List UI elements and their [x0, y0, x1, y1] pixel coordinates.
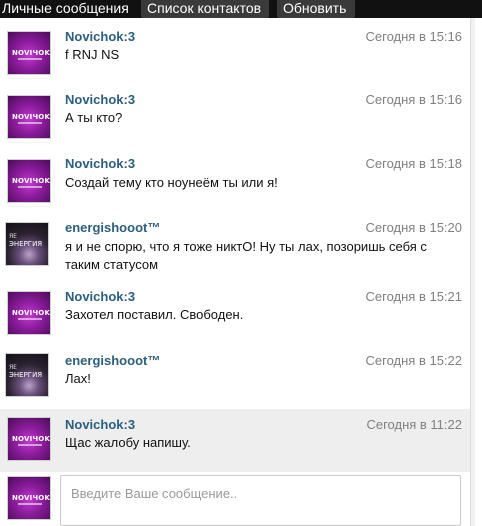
message-time: Сегодня в 11:22 [366, 417, 462, 432]
avatar[interactable]: ЯЕ ЭНЕРГИЯ [5, 353, 49, 397]
message-item: NOVIЧOK Novichok:3 Сегодня в 15:18 Созда… [0, 154, 470, 212]
message-author[interactable]: Novichok:3 [65, 417, 135, 432]
avatar-logo: NOVIЧOK [12, 435, 51, 443]
message-item: NOVIЧOK Novichok:3 Сегодня в 11:22 Щас ж… [0, 409, 470, 472]
message-time: Сегодня в 15:16 [365, 92, 462, 107]
message-item: NOVIЧOK Novichok:3 Сегодня в 15:21 Захот… [0, 286, 470, 344]
my-avatar: NOVIЧOK [7, 476, 51, 520]
avatar-underline [18, 318, 42, 320]
avatar[interactable]: NOVIЧOK [7, 417, 51, 461]
message-text: я и не спорю, что я тоже никтО! Ну ты ла… [65, 239, 427, 272]
message-author[interactable]: Novichok:3 [65, 29, 135, 44]
refresh-button[interactable]: Обновить [277, 0, 355, 18]
message-item: ЯЕ ЭНЕРГИЯ energishooot™ Сегодня в 15:22… [0, 349, 470, 407]
avatar[interactable]: NOVIЧOK [7, 159, 51, 203]
avatar[interactable]: NOVIЧOK [7, 291, 51, 335]
message-time: Сегодня в 15:18 [365, 156, 462, 171]
message-text: Лах! [65, 371, 91, 386]
message-time: Сегодня в 15:21 [365, 289, 462, 304]
contacts-list-button[interactable]: Список контактов [141, 0, 269, 18]
message-author[interactable]: Novichok:3 [65, 92, 135, 107]
message-item: NOVIЧOK Novichok:3 Сегодня в 15:16 f RNJ… [0, 27, 470, 85]
avatar-caption: ЭНЕРГИЯ [9, 240, 43, 248]
message-author[interactable]: Novichok:3 [65, 289, 135, 304]
avatar[interactable]: ЯЕ ЭНЕРГИЯ [5, 222, 49, 266]
avatar-logo: NOVIЧOK [12, 309, 51, 317]
message-author[interactable]: Novichok:3 [65, 156, 135, 171]
avatar-caption: ЭНЕРГИЯ [9, 371, 43, 379]
avatar-underline [18, 122, 42, 124]
avatar[interactable]: NOVIЧOK [7, 31, 51, 75]
message-author[interactable]: energishooot™ [65, 353, 160, 368]
message-time: Сегодня в 15:22 [365, 353, 462, 368]
message-text: Захотел поставил. Свободен. [65, 307, 244, 322]
page-title: Личные сообщения [2, 0, 129, 16]
message-time: Сегодня в 15:20 [365, 220, 462, 235]
message-item: ЯЕ ЭНЕРГИЯ energishooot™ Сегодня в 15:20… [0, 218, 470, 284]
message-text: А ты кто? [65, 110, 123, 125]
message-time: Сегодня в 15:16 [365, 29, 462, 44]
avatar-logo: NOVIЧOK [12, 177, 51, 185]
avatar-logo: NOVIЧOK [12, 113, 51, 121]
avatar[interactable]: NOVIЧOK [7, 95, 51, 139]
avatar-underline [18, 444, 42, 446]
message-composer [60, 475, 461, 526]
message-text: Создай тему кто ноунеём ты или я! [65, 175, 278, 190]
message-text: f RNJ NS [65, 47, 120, 62]
avatar-caption: ЯЕ [9, 233, 17, 240]
message-item: NOVIЧOK Novichok:3 Сегодня в 15:16 А ты … [0, 90, 470, 148]
message-text: Щас жалобу напишу. [65, 435, 191, 450]
avatar-underline [18, 58, 42, 60]
right-gutter [475, 18, 482, 526]
message-author[interactable]: energishooot™ [65, 220, 160, 235]
avatar-logo: NOVIЧOK [12, 49, 51, 57]
avatar-underline [18, 503, 42, 505]
message-input[interactable] [61, 476, 460, 525]
avatar-caption: ЯЕ [9, 364, 17, 371]
avatar-underline [18, 186, 42, 188]
avatar-logo: NOVIЧOK [12, 494, 51, 502]
top-bar: Личные сообщения Список контактов Обнови… [0, 0, 482, 18]
